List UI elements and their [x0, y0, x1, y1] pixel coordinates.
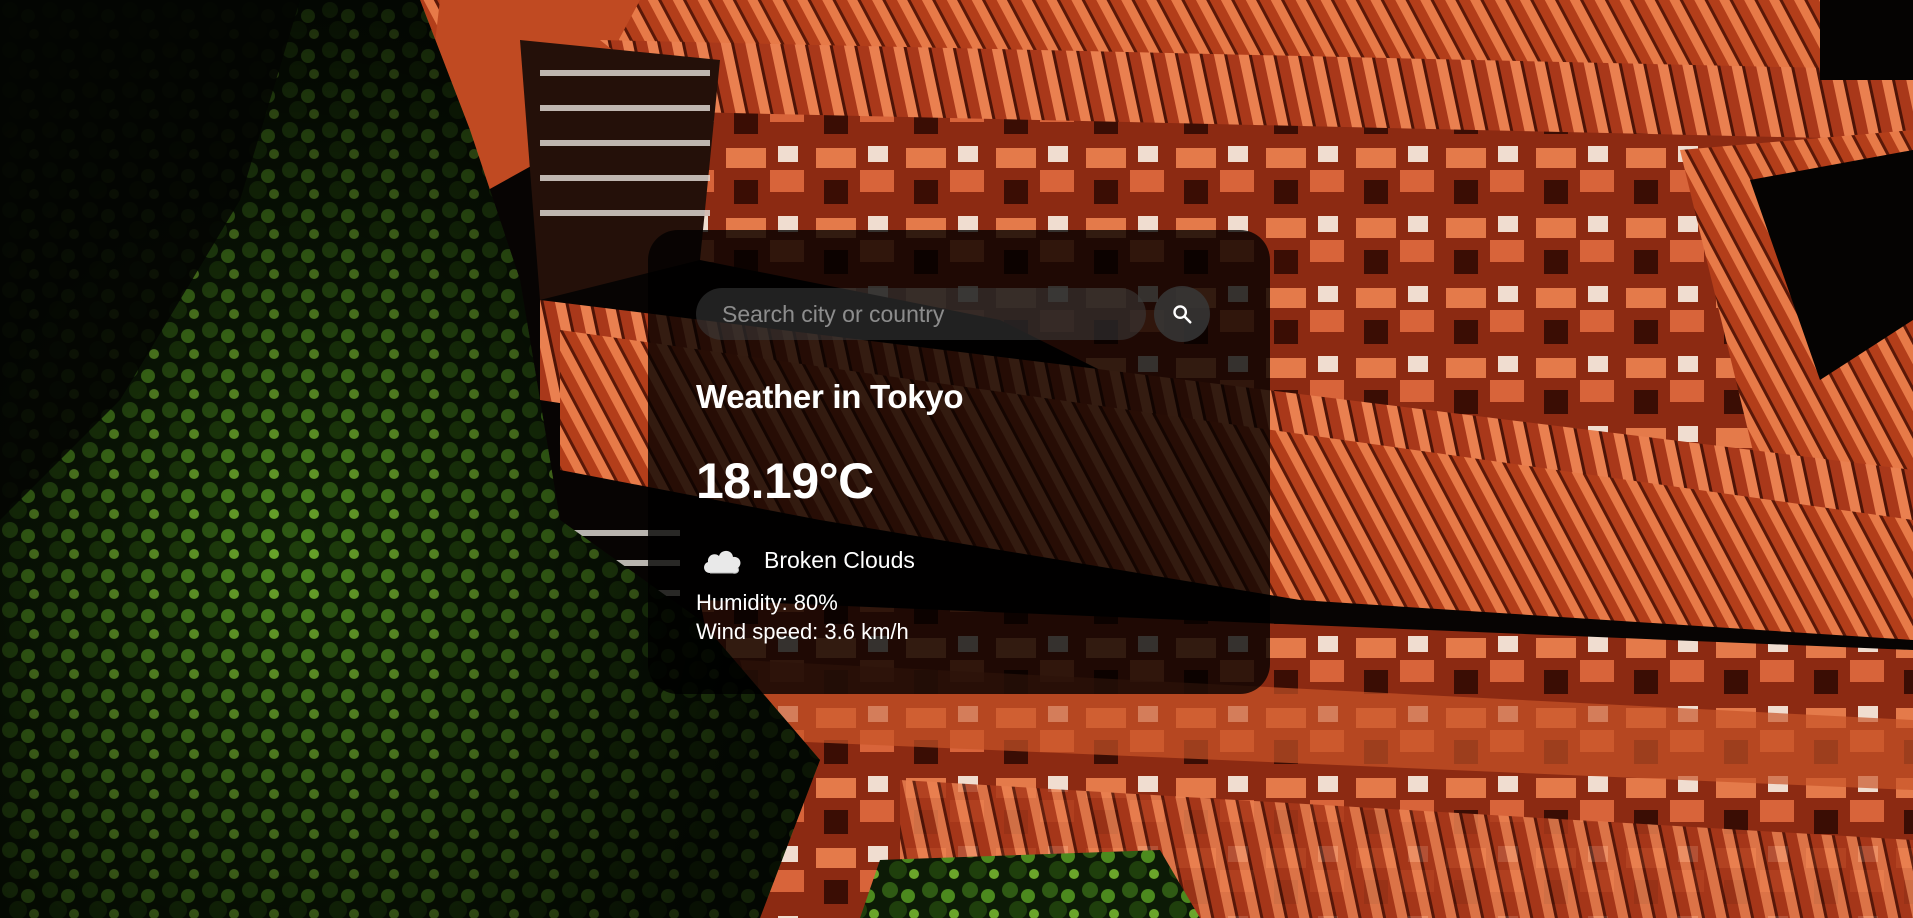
weather-app: Weather in Tokyo 18.19°C Broken Clouds H…: [0, 0, 1913, 918]
search-bar: [696, 286, 1210, 342]
temperature: 18.19°C: [696, 453, 874, 509]
search-input[interactable]: [696, 288, 1146, 340]
weather-card: Weather in Tokyo 18.19°C Broken Clouds H…: [648, 230, 1270, 694]
cloud-icon: [704, 550, 741, 574]
city-title: Weather in Tokyo: [696, 378, 964, 415]
search-icon: [1173, 305, 1192, 324]
condition-text: Broken Clouds: [764, 546, 915, 573]
weather-condition: Broken Clouds: [700, 540, 915, 580]
humidity-text: Humidity: 80%: [696, 590, 838, 615]
wind-speed-text: Wind speed: 3.6 km/h: [696, 619, 909, 644]
search-button[interactable]: [1154, 286, 1210, 342]
